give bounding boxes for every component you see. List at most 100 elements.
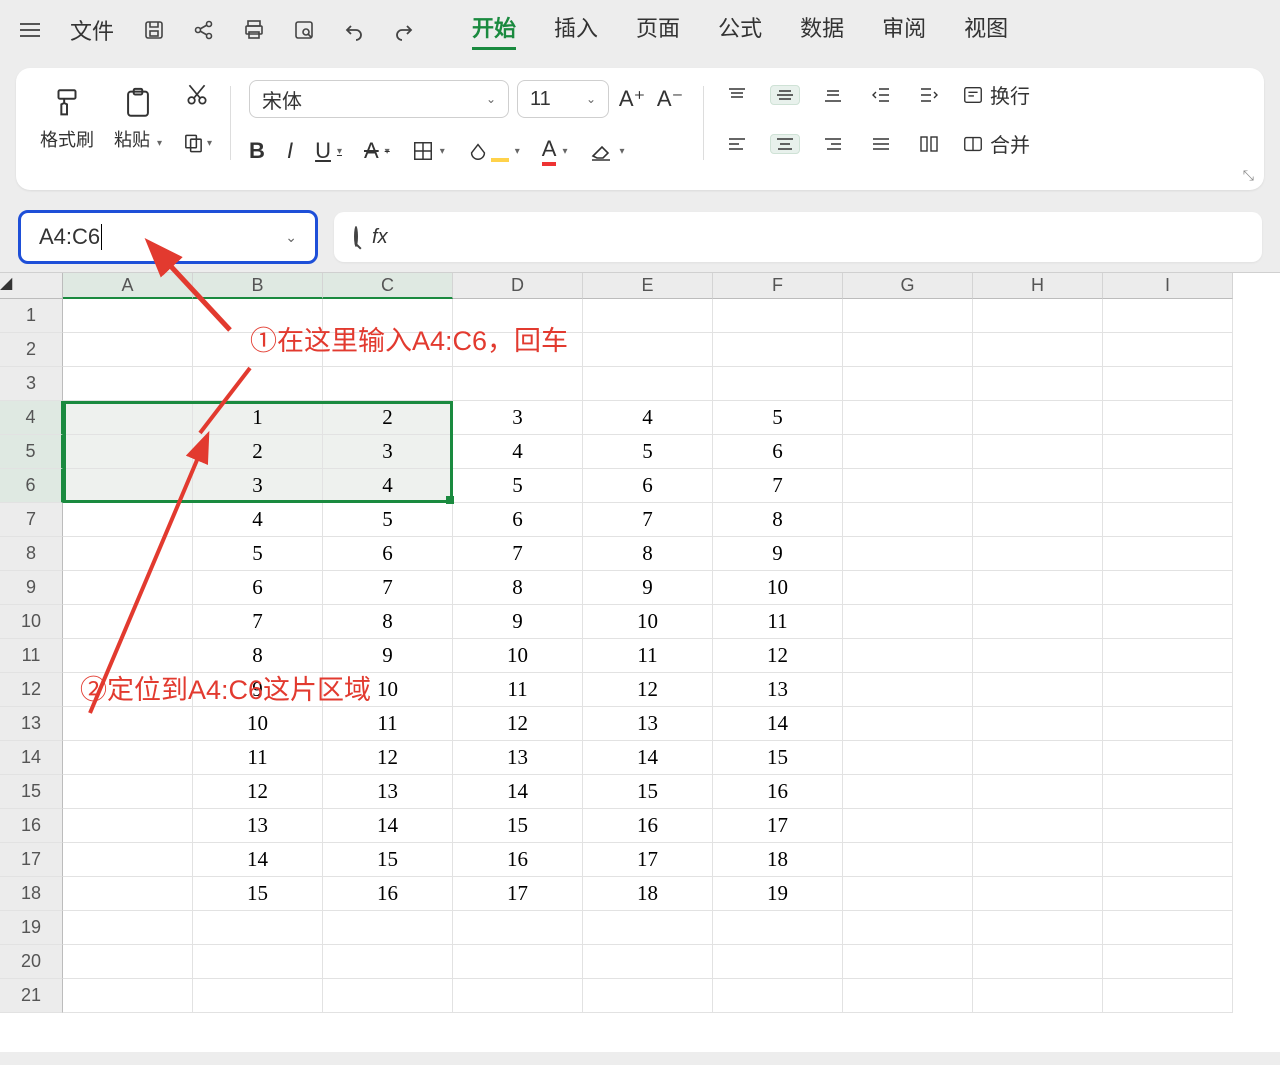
tab-页面[interactable]: 页面 (636, 11, 680, 50)
col-header-A[interactable]: A (63, 273, 193, 299)
cell-B7[interactable]: 4 (193, 503, 323, 537)
row-header-15[interactable]: 15 (0, 775, 63, 809)
valign-bottom-icon[interactable] (818, 85, 848, 105)
cell-G3[interactable] (843, 367, 973, 401)
cell-I10[interactable] (1103, 605, 1233, 639)
cell-H13[interactable] (973, 707, 1103, 741)
cell-G21[interactable] (843, 979, 973, 1013)
zoom-icon[interactable] (354, 228, 358, 246)
cell-I3[interactable] (1103, 367, 1233, 401)
cell-C11[interactable]: 9 (323, 639, 453, 673)
cell-D14[interactable]: 13 (453, 741, 583, 775)
col-header-C[interactable]: C (323, 273, 453, 299)
col-header-F[interactable]: F (713, 273, 843, 299)
halign-right-icon[interactable] (818, 134, 848, 154)
font-color-button[interactable]: A▾ (542, 136, 568, 166)
cell-E10[interactable]: 10 (583, 605, 713, 639)
cell-F21[interactable] (713, 979, 843, 1013)
cell-H3[interactable] (973, 367, 1103, 401)
cell-E6[interactable]: 6 (583, 469, 713, 503)
cell-A13[interactable] (63, 707, 193, 741)
cell-I9[interactable] (1103, 571, 1233, 605)
cell-A21[interactable] (63, 979, 193, 1013)
row-header-6[interactable]: 6 (0, 469, 63, 503)
cell-E3[interactable] (583, 367, 713, 401)
hamburger-icon[interactable] (8, 23, 52, 37)
italic-button[interactable]: I (287, 138, 293, 164)
cell-C20[interactable] (323, 945, 453, 979)
cell-B10[interactable]: 7 (193, 605, 323, 639)
merge-button[interactable]: 合并 (962, 129, 1030, 158)
cell-E17[interactable]: 17 (583, 843, 713, 877)
valign-middle-icon[interactable] (770, 85, 800, 105)
cell-A14[interactable] (63, 741, 193, 775)
cell-D16[interactable]: 15 (453, 809, 583, 843)
cell-E9[interactable]: 9 (583, 571, 713, 605)
cell-G9[interactable] (843, 571, 973, 605)
cell-A10[interactable] (63, 605, 193, 639)
cell-E4[interactable]: 4 (583, 401, 713, 435)
cell-I16[interactable] (1103, 809, 1233, 843)
cell-F4[interactable]: 5 (713, 401, 843, 435)
cell-F1[interactable] (713, 299, 843, 333)
cell-E19[interactable] (583, 911, 713, 945)
cell-B9[interactable]: 6 (193, 571, 323, 605)
row-header-7[interactable]: 7 (0, 503, 63, 537)
cell-F6[interactable]: 7 (713, 469, 843, 503)
cell-I14[interactable] (1103, 741, 1233, 775)
cell-A12[interactable] (63, 673, 193, 707)
cell-B16[interactable]: 13 (193, 809, 323, 843)
orientation-icon[interactable] (914, 134, 944, 154)
cell-D6[interactable]: 5 (453, 469, 583, 503)
cell-H6[interactable] (973, 469, 1103, 503)
cell-A16[interactable] (63, 809, 193, 843)
valign-top-icon[interactable] (722, 85, 752, 105)
cell-B21[interactable] (193, 979, 323, 1013)
cell-E7[interactable]: 7 (583, 503, 713, 537)
cell-H1[interactable] (973, 299, 1103, 333)
indent-increase-icon[interactable] (914, 85, 944, 105)
cell-B20[interactable] (193, 945, 323, 979)
format-painter-button[interactable]: 格式刷 (40, 86, 94, 152)
cell-D4[interactable]: 3 (453, 401, 583, 435)
row-header-1[interactable]: 1 (0, 299, 63, 333)
cell-H10[interactable] (973, 605, 1103, 639)
cell-H7[interactable] (973, 503, 1103, 537)
cell-I18[interactable] (1103, 877, 1233, 911)
col-header-E[interactable]: E (583, 273, 713, 299)
cell-A20[interactable] (63, 945, 193, 979)
cell-B18[interactable]: 15 (193, 877, 323, 911)
cell-H20[interactable] (973, 945, 1103, 979)
cell-H5[interactable] (973, 435, 1103, 469)
row-header-2[interactable]: 2 (0, 333, 63, 367)
cell-D10[interactable]: 9 (453, 605, 583, 639)
cell-H16[interactable] (973, 809, 1103, 843)
print-icon[interactable] (232, 8, 276, 52)
cell-H2[interactable] (973, 333, 1103, 367)
chevron-down-icon[interactable]: ⌄ (285, 229, 297, 246)
cell-H18[interactable] (973, 877, 1103, 911)
cell-B19[interactable] (193, 911, 323, 945)
cell-G18[interactable] (843, 877, 973, 911)
cell-A18[interactable] (63, 877, 193, 911)
cell-C2[interactable] (323, 333, 453, 367)
tab-数据[interactable]: 数据 (800, 11, 844, 50)
cell-B11[interactable]: 8 (193, 639, 323, 673)
cell-G10[interactable] (843, 605, 973, 639)
col-header-H[interactable]: H (973, 273, 1103, 299)
cell-C10[interactable]: 8 (323, 605, 453, 639)
cell-D21[interactable] (453, 979, 583, 1013)
decrease-font-icon[interactable]: A⁻ (655, 84, 685, 114)
row-header-17[interactable]: 17 (0, 843, 63, 877)
cell-E16[interactable]: 16 (583, 809, 713, 843)
wrap-text-button[interactable]: 换行 (962, 80, 1030, 109)
cell-E14[interactable]: 14 (583, 741, 713, 775)
cell-I12[interactable] (1103, 673, 1233, 707)
halign-center-icon[interactable] (770, 134, 800, 154)
halign-left-icon[interactable] (722, 134, 752, 154)
cell-C3[interactable] (323, 367, 453, 401)
cell-D1[interactable] (453, 299, 583, 333)
cell-B15[interactable]: 12 (193, 775, 323, 809)
cell-D9[interactable]: 8 (453, 571, 583, 605)
ribbon-more-icon[interactable]: ⤡ (1243, 167, 1254, 184)
